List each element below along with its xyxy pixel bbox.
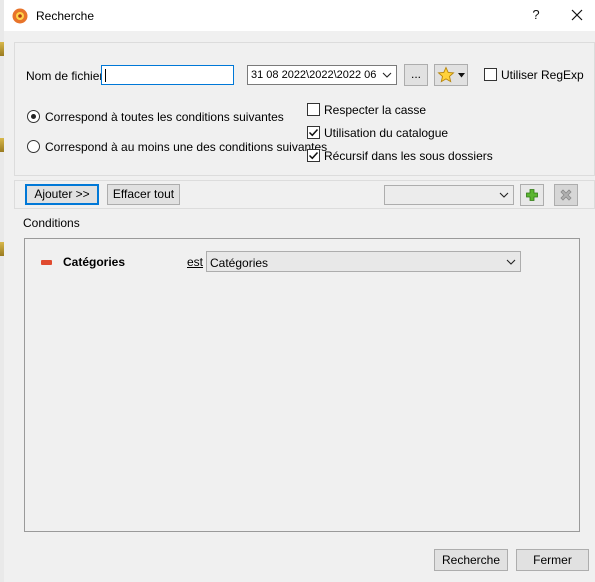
- regexp-label: Utiliser RegExp: [501, 68, 584, 82]
- dialog-body: Nom de fichier 31 08 2022\2022\2022 06 .…: [4, 31, 595, 582]
- conditions-group-label: Conditions: [23, 216, 80, 230]
- match-any-label: Correspond à au moins une des conditions…: [45, 140, 328, 154]
- conditions-section: Conditions Catégories est Catégories: [14, 211, 595, 542]
- condition-operator-link[interactable]: est: [187, 255, 203, 269]
- filename-label: Nom de fichier: [26, 69, 104, 83]
- use-catalog-checkbox[interactable]: [307, 126, 320, 139]
- condition-value-combobox[interactable]: Catégories: [206, 251, 521, 272]
- recursive-checkbox[interactable]: [307, 149, 320, 162]
- remove-preset-button[interactable]: [554, 184, 578, 206]
- favorites-button[interactable]: [434, 64, 468, 86]
- match-all-radio[interactable]: [27, 110, 40, 123]
- case-sensitive-checkbox[interactable]: [307, 103, 320, 116]
- recursive-label: Récursif dans les sous dossiers: [324, 149, 493, 163]
- delete-icon: [560, 189, 572, 201]
- chevron-down-icon: [506, 259, 516, 265]
- browse-button[interactable]: ...: [404, 64, 428, 86]
- search-button[interactable]: Recherche: [434, 549, 508, 571]
- preset-combobox[interactable]: [384, 185, 514, 205]
- add-preset-button[interactable]: [520, 184, 544, 206]
- chevron-down-icon: [382, 72, 392, 78]
- condition-field-label: Catégories: [63, 255, 126, 269]
- minus-icon[interactable]: [41, 260, 52, 265]
- title-bar: Recherche ?: [4, 0, 595, 31]
- chevron-down-icon: [499, 192, 509, 198]
- conditions-toolbar: Ajouter >> Effacer tout: [14, 180, 595, 209]
- clear-all-button[interactable]: Effacer tout: [107, 184, 180, 205]
- help-button[interactable]: ?: [522, 4, 550, 26]
- checkmark-icon: [308, 151, 319, 160]
- add-condition-button[interactable]: Ajouter >>: [25, 184, 99, 205]
- text-caret: [105, 69, 106, 82]
- use-catalog-label: Utilisation du catalogue: [324, 126, 449, 140]
- condition-value: Catégories: [210, 256, 269, 270]
- search-options-panel: Nom de fichier 31 08 2022\2022\2022 06 .…: [14, 42, 595, 176]
- app-icon: [12, 8, 28, 24]
- case-sensitive-label: Respecter la casse: [324, 103, 427, 117]
- close-icon: [571, 9, 583, 21]
- checkmark-icon: [308, 128, 319, 137]
- conditions-list: Catégories est Catégories: [24, 238, 580, 532]
- dropdown-arrow-icon: [458, 73, 465, 78]
- window-title: Recherche: [36, 9, 95, 23]
- plus-icon: [526, 189, 538, 201]
- close-button[interactable]: Fermer: [516, 549, 589, 571]
- match-all-label: Correspond à toutes les conditions suiva…: [45, 110, 284, 124]
- close-window-button[interactable]: [563, 4, 591, 26]
- radio-selected-dot: [31, 114, 36, 119]
- filename-input[interactable]: [101, 65, 234, 85]
- path-value: 31 08 2022\2022\2022 06: [251, 69, 377, 81]
- path-combobox[interactable]: 31 08 2022\2022\2022 06: [247, 65, 397, 85]
- regexp-checkbox[interactable]: [484, 68, 497, 81]
- star-icon: [437, 66, 455, 83]
- match-any-radio[interactable]: [27, 140, 40, 153]
